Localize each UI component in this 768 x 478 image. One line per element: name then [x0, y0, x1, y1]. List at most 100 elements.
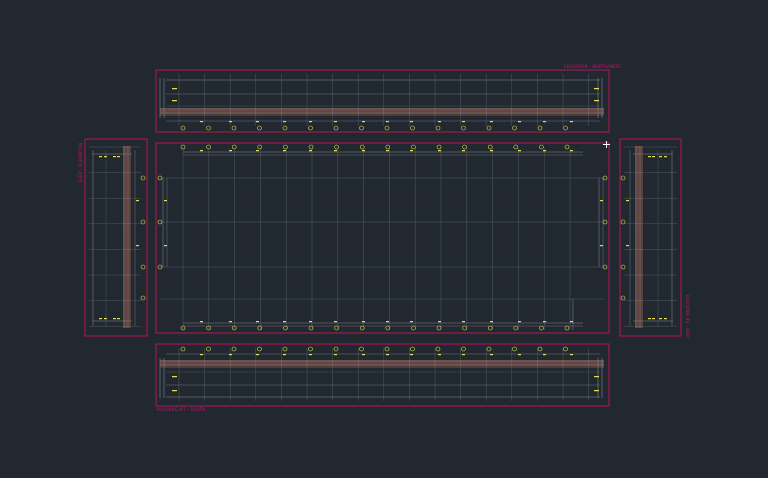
dimension-tick [136, 200, 139, 202]
dimension-tick [283, 321, 286, 323]
grid-bubble [384, 125, 390, 131]
dimension-tick [174, 390, 177, 392]
dimension-tick [410, 321, 413, 323]
dimension-tick [438, 121, 441, 123]
grid-bubble [231, 325, 237, 331]
cad-drawing-canvas[interactable] [0, 0, 768, 478]
dimension-tick [229, 121, 232, 123]
dimension-tick [309, 321, 312, 323]
west-view-label: ELEV - ELEVATION [78, 142, 83, 182]
dimension-tick [104, 156, 107, 158]
grid-bubble [231, 144, 237, 150]
dimension-tick [518, 354, 521, 356]
dimension-tick [410, 354, 413, 356]
grid-bubble [564, 144, 570, 150]
grid-bubble [512, 125, 517, 131]
grid-bubble [435, 346, 441, 352]
dimension-tick [626, 200, 629, 202]
grid-bubble [257, 125, 262, 131]
grid-bubble [257, 325, 263, 331]
dimension-tick [256, 121, 259, 123]
dimension-tick [438, 321, 441, 323]
grid-bubble [462, 144, 467, 150]
dimension-tick [386, 321, 389, 323]
dimension-tick [664, 156, 667, 158]
dimension-tick [543, 321, 546, 323]
grid-bubble [537, 125, 543, 131]
grid-bubble [487, 325, 493, 331]
dimension-tick [229, 354, 232, 356]
grid-bubble [486, 125, 492, 131]
grid-bubble [384, 346, 390, 352]
grid-bubble [206, 346, 211, 352]
dimension-tick [334, 150, 337, 152]
grid-bubble [436, 325, 442, 331]
grid-bubble [620, 175, 626, 181]
dimension-tick [664, 318, 667, 320]
dimension-tick [462, 354, 465, 356]
dimension-tick [600, 245, 603, 247]
dimension-tick [200, 321, 203, 323]
dimension-tick [386, 121, 389, 123]
grid-bubble [180, 125, 186, 131]
grid-bubble [257, 144, 263, 150]
dimension-tick [283, 150, 286, 152]
dimension-tick [113, 318, 116, 320]
grid-bubble [140, 264, 146, 270]
dimension-tick [113, 156, 116, 158]
dimension-tick [334, 121, 337, 123]
grid-bubble [487, 144, 493, 150]
grid-bubble [308, 346, 313, 352]
dimension-tick [490, 354, 493, 356]
dimension-tick [104, 318, 107, 320]
dimension-tick [596, 376, 599, 378]
dimension-tick [386, 150, 389, 152]
dimension-tick [309, 121, 312, 123]
dimension-tick [596, 390, 599, 392]
grid-bubble [620, 219, 626, 225]
grid-bubble [334, 144, 339, 150]
grid-bubble [512, 346, 517, 352]
dimension-tick [229, 321, 232, 323]
south-view-frame [155, 343, 610, 407]
dimension-tick [164, 200, 167, 202]
dimension-tick [256, 150, 259, 152]
dimension-tick [334, 321, 337, 323]
dimension-tick [362, 321, 365, 323]
dimension-tick [518, 321, 521, 323]
grid-bubble [333, 125, 339, 131]
dimension-tick [99, 156, 102, 158]
view-plan [155, 142, 610, 334]
dimension-tick [652, 156, 655, 158]
dimension-tick [174, 376, 177, 378]
dimension-tick [652, 318, 655, 320]
grid-bubble [308, 325, 314, 331]
dimension-tick [200, 150, 203, 152]
dimension-tick [200, 354, 203, 356]
dimension-tick [362, 150, 365, 152]
dimension-tick [438, 354, 441, 356]
grid-bubble [359, 125, 364, 131]
grid-bubble [308, 144, 314, 150]
dimension-tick [117, 156, 120, 158]
grid-bubble [385, 144, 391, 150]
view-north-elevation [155, 69, 610, 133]
dimension-tick [543, 354, 546, 356]
grid-bubble [539, 144, 544, 150]
dimension-tick [543, 121, 546, 123]
dimension-tick [600, 200, 603, 202]
east-view-label: BUILDING #1 - EAST [685, 295, 690, 340]
dimension-tick [490, 150, 493, 152]
grid-bubble [359, 144, 365, 150]
dimension-tick [648, 318, 651, 320]
grid-bubble [461, 125, 466, 131]
grid-bubble [539, 325, 544, 331]
dimension-tick [462, 150, 465, 152]
dimension-tick [410, 121, 413, 123]
plan-view-frame [155, 142, 610, 334]
dimension-tick [200, 121, 203, 123]
dimension-tick [596, 100, 599, 102]
grid-bubble [140, 295, 146, 301]
dimension-tick [410, 150, 413, 152]
dimension-tick [659, 318, 662, 320]
